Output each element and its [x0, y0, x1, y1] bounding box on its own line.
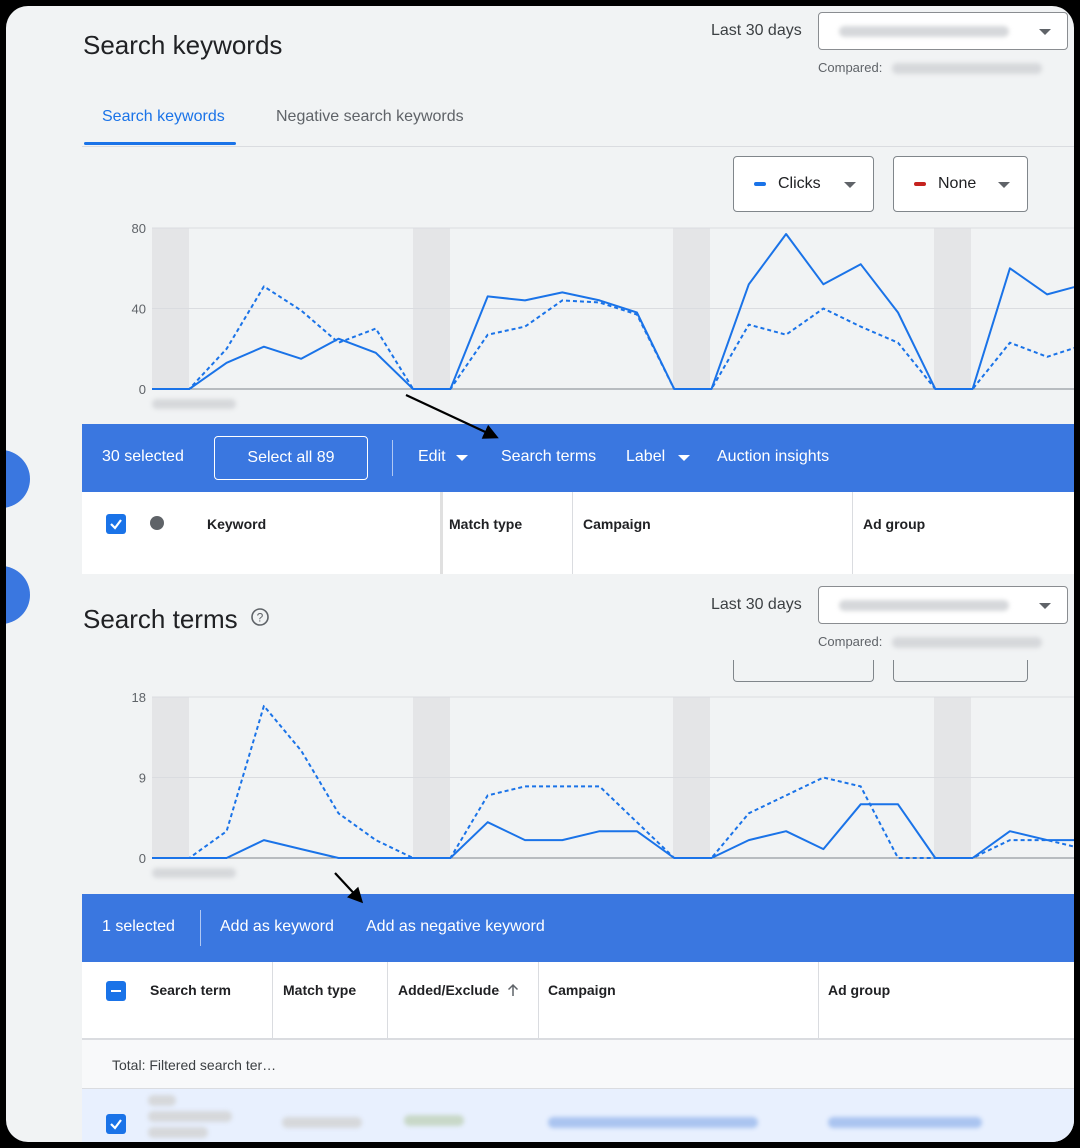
- arrow-annotation: [334, 872, 364, 904]
- annotation-arrows: [334, 394, 499, 904]
- screenshot-frame: Search keywords Last 30 days Compared: S…: [6, 6, 1074, 1142]
- arrow-annotation: [405, 394, 499, 439]
